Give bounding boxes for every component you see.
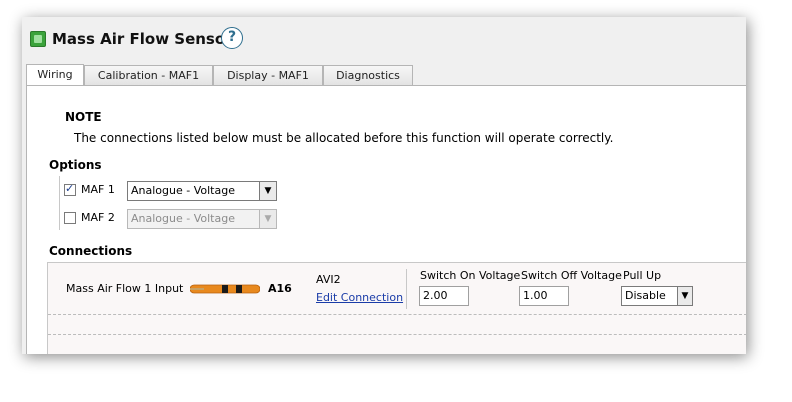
- switch-on-input[interactable]: 2.00: [419, 286, 469, 306]
- maf1-type-select[interactable]: Analogue - Voltage ▼: [127, 181, 277, 201]
- tab-wiring[interactable]: Wiring: [26, 64, 84, 86]
- channel-label: AVI2: [316, 273, 341, 286]
- row-divider: [48, 314, 746, 315]
- edit-connection-link[interactable]: Edit Connection: [316, 291, 403, 304]
- connections-heading: Connections: [49, 244, 133, 258]
- row-divider: [48, 334, 746, 335]
- switch-off-input[interactable]: 1.00: [519, 286, 569, 306]
- options-divider: [59, 176, 60, 230]
- maf1-label: MAF 1: [81, 183, 115, 196]
- chevron-down-icon: ▼: [259, 182, 276, 200]
- tab-diagnostics[interactable]: Diagnostics: [323, 65, 413, 85]
- maf2-checkbox[interactable]: [64, 212, 76, 224]
- column-divider: [406, 269, 407, 309]
- connection-name: Mass Air Flow 1 Input: [66, 282, 184, 295]
- pin-label: A16: [268, 282, 292, 295]
- note-text: The connections listed below must be all…: [74, 131, 614, 145]
- switch-off-label: Switch Off Voltage: [521, 269, 622, 282]
- function-icon: [30, 31, 46, 47]
- wiring-panel: NOTE The connections listed below must b…: [26, 85, 746, 354]
- connections-table: Mass Air Flow 1 Input A16 AVI2 Edit Conn…: [47, 262, 746, 354]
- tab-display-maf1[interactable]: Display - MAF1: [213, 65, 323, 85]
- note-heading: NOTE: [65, 110, 102, 124]
- maf1-type-value: Analogue - Voltage: [131, 184, 235, 197]
- maf1-checkbox[interactable]: [64, 182, 76, 196]
- chevron-down-icon: ▼: [259, 210, 276, 228]
- maf2-label: MAF 2: [81, 211, 115, 224]
- pullup-select[interactable]: Disable ▼: [621, 286, 693, 306]
- maf2-type-value: Analogue - Voltage: [131, 212, 235, 225]
- pullup-label: Pull Up: [623, 269, 662, 282]
- header: Mass Air Flow Sensor ?: [22, 17, 746, 65]
- wire-icon: [190, 284, 260, 294]
- pullup-value: Disable: [625, 289, 666, 302]
- function-window: Mass Air Flow Sensor ? Wiring Calibratio…: [22, 17, 746, 354]
- help-icon[interactable]: ?: [221, 27, 243, 49]
- page-title: Mass Air Flow Sensor: [52, 30, 233, 48]
- maf2-type-select: Analogue - Voltage ▼: [127, 209, 277, 229]
- options-heading: Options: [49, 158, 102, 172]
- switch-on-label: Switch On Voltage: [420, 269, 521, 282]
- tab-calibration-maf1[interactable]: Calibration - MAF1: [84, 65, 213, 85]
- chevron-down-icon: ▼: [677, 287, 692, 305]
